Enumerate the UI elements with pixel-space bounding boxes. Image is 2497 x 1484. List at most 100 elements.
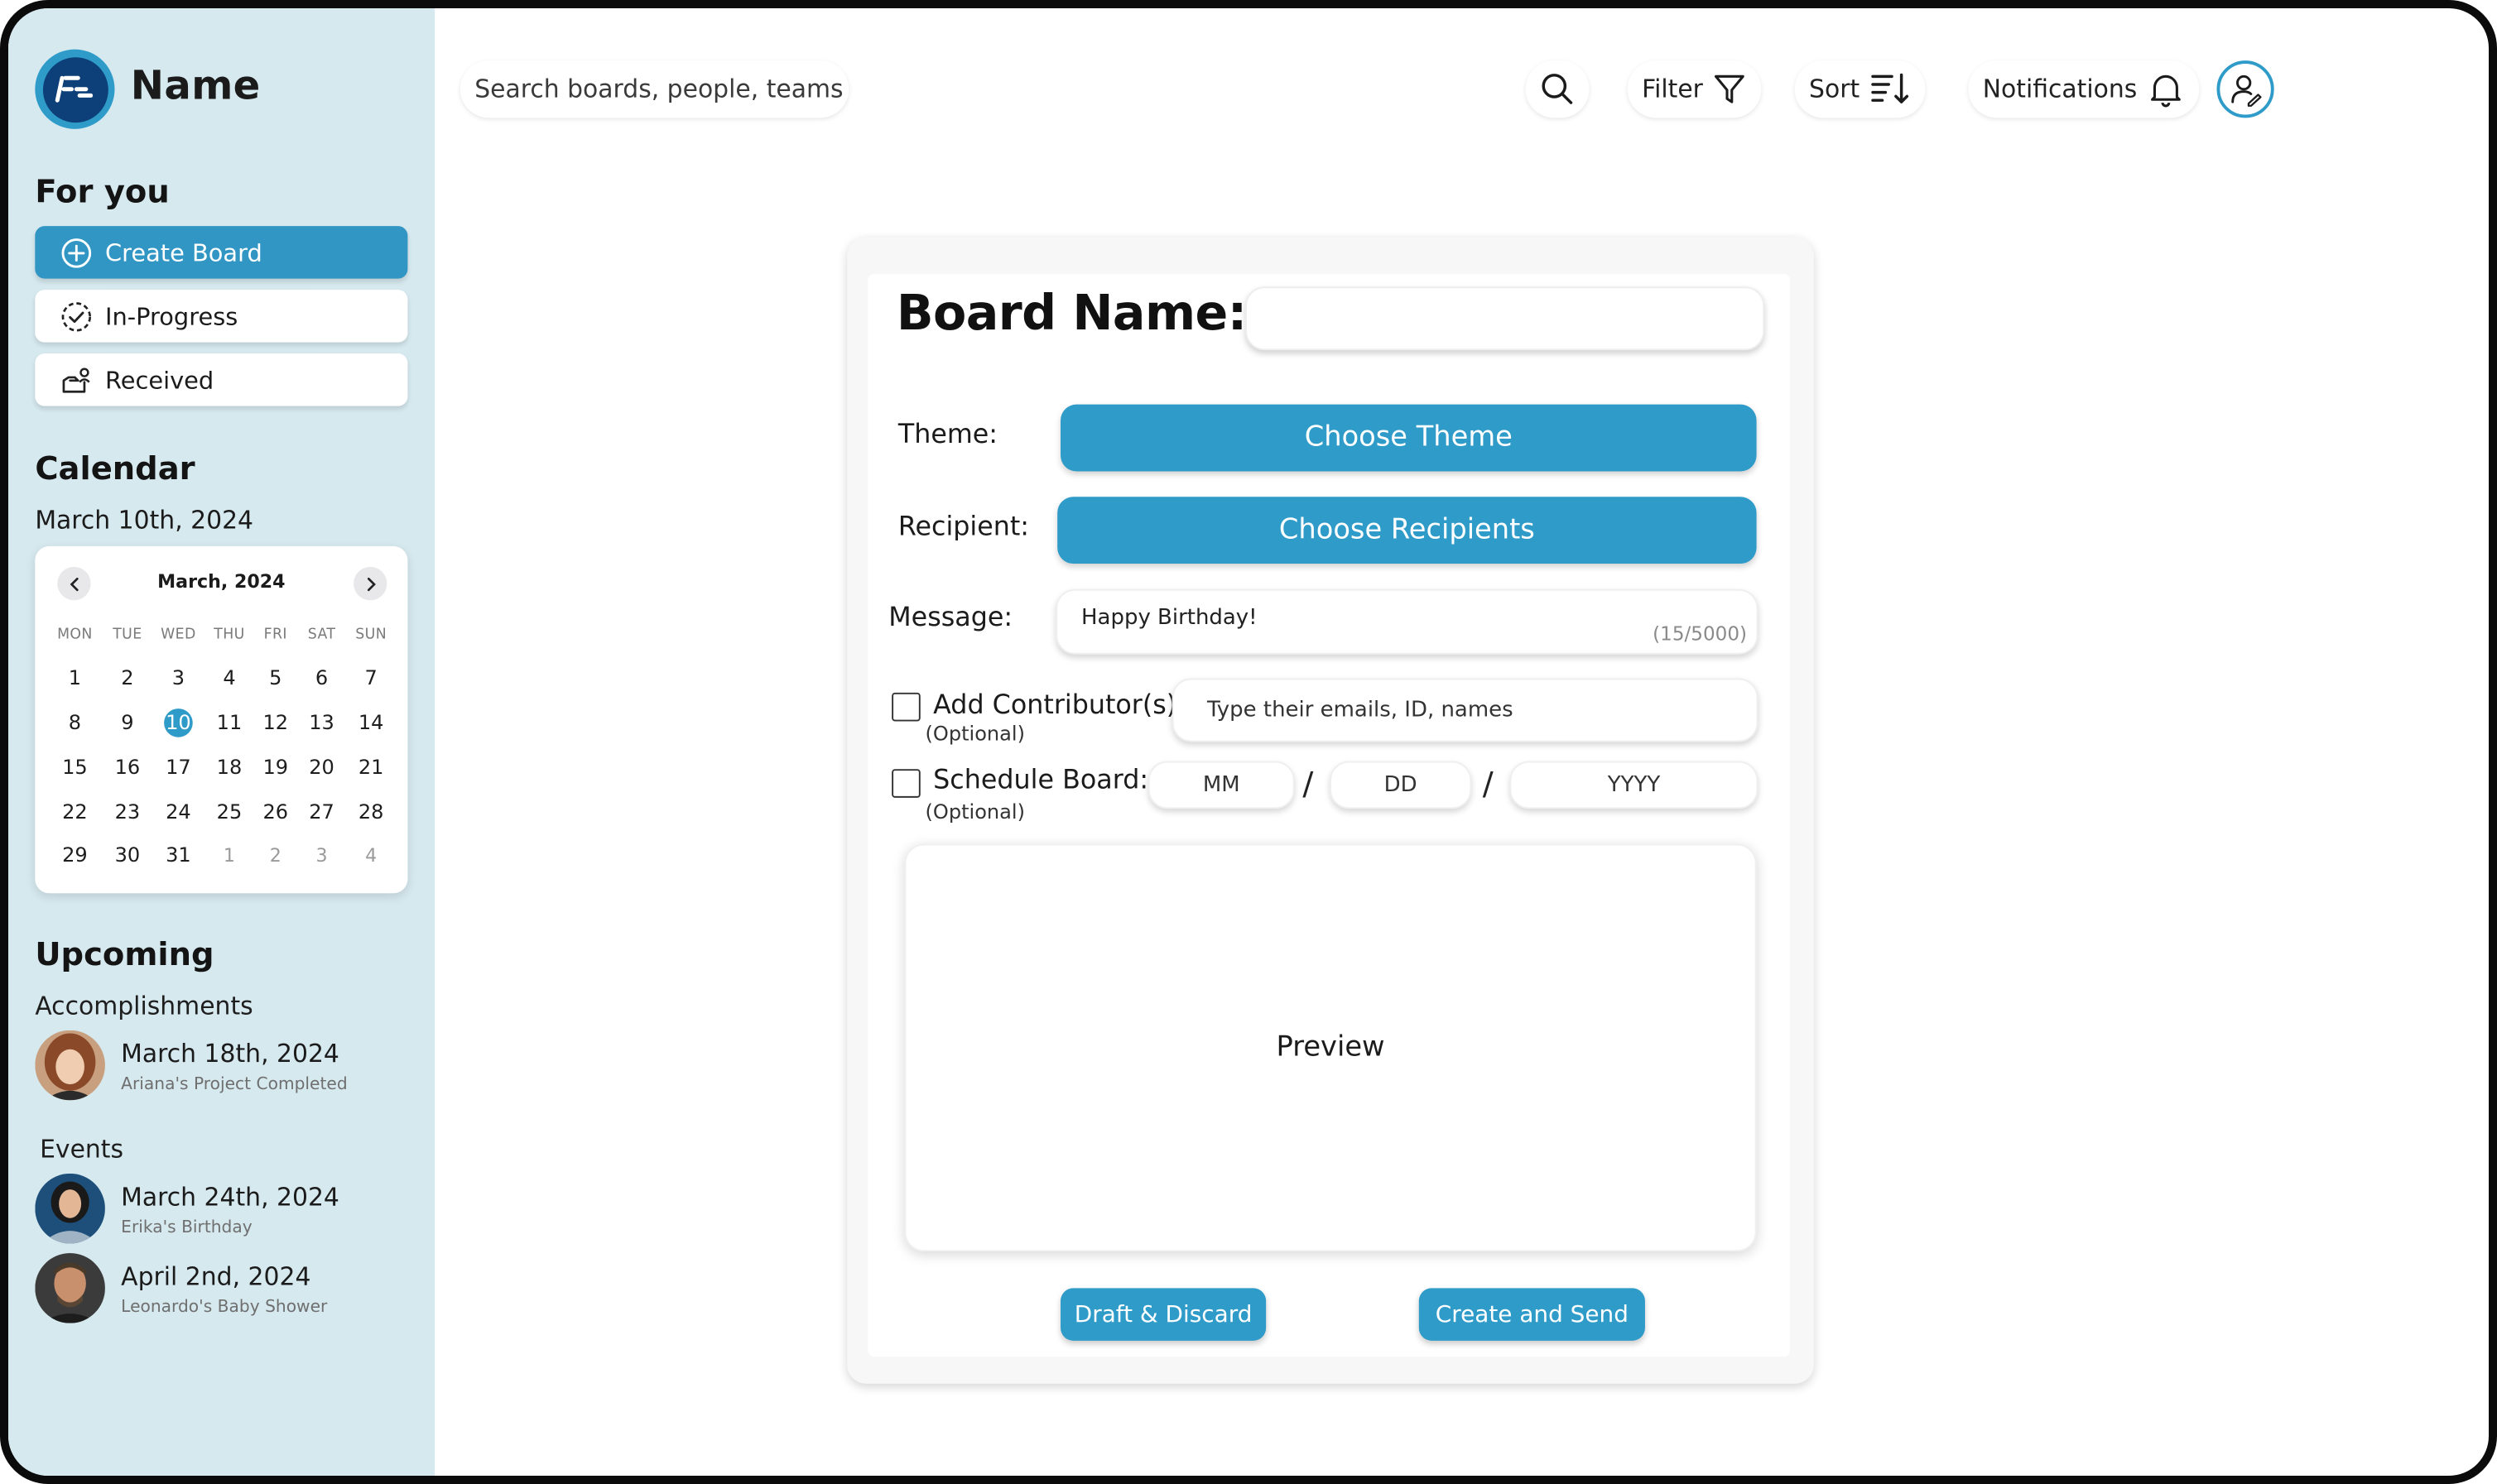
- calendar-day[interactable]: 23: [105, 796, 150, 828]
- calendar-day[interactable]: 25: [207, 796, 252, 828]
- calendar-day[interactable]: 3: [156, 662, 201, 694]
- schedule-board-label: Schedule Board:: [933, 764, 1149, 795]
- calendar-day[interactable]: 28: [349, 796, 393, 828]
- calendar-day[interactable]: 15: [52, 752, 97, 783]
- filter-button[interactable]: Filter: [1627, 60, 1763, 118]
- preview-label: Preview: [1276, 1031, 1385, 1064]
- calendar-day[interactable]: 31: [156, 839, 201, 871]
- create-board-label: Create Board: [104, 238, 262, 267]
- avatar[interactable]: [35, 1173, 105, 1244]
- logo-mark-icon: [55, 75, 94, 103]
- calendar-day[interactable]: 7: [349, 662, 393, 694]
- upcoming-heading: Upcoming: [35, 934, 214, 973]
- calendar-day[interactable]: 18: [207, 752, 252, 783]
- calendar-day[interactable]: 1: [52, 662, 97, 694]
- progress-check-icon: [61, 301, 92, 331]
- calendar-day[interactable]: 13: [300, 707, 344, 738]
- profile-button[interactable]: [2216, 60, 2274, 118]
- event-date: March 24th, 2024: [121, 1183, 339, 1213]
- avatar[interactable]: [35, 1253, 105, 1323]
- filter-label: Filter: [1642, 74, 1703, 104]
- day-input[interactable]: DD: [1330, 761, 1472, 809]
- calendar-day[interactable]: 9: [105, 707, 150, 738]
- plus-circle-icon: [61, 238, 92, 267]
- calendar-day[interactable]: 29: [52, 839, 97, 871]
- event-date: April 2nd, 2024: [121, 1262, 311, 1292]
- calendar-day[interactable]: 4: [207, 662, 252, 694]
- calendar-day[interactable]: 21: [349, 752, 393, 783]
- in-progress-button[interactable]: In-Progress: [35, 290, 408, 343]
- calendar-weekday-header: TUE: [113, 627, 142, 644]
- board-name-label: Board Name:: [896, 286, 1247, 343]
- calendar-day[interactable]: 20: [300, 752, 344, 783]
- create-send-button[interactable]: Create and Send: [1418, 1288, 1645, 1341]
- calendar-day[interactable]: 27: [300, 796, 344, 828]
- notifications-button[interactable]: Notifications: [1968, 60, 2200, 118]
- date-separator: /: [1302, 764, 1314, 803]
- calendar-day[interactable]: 16: [105, 752, 150, 783]
- app-logo[interactable]: [35, 49, 115, 129]
- search-input[interactable]: Search boards, people, teams: [459, 60, 849, 118]
- calendar-weekday-header: SAT: [307, 627, 336, 644]
- schedule-optional-label: (Optional): [925, 799, 1025, 824]
- recipient-label: Recipient:: [897, 511, 1030, 542]
- sort-label: Sort: [1809, 74, 1860, 104]
- calendar-day-selected[interactable]: 10: [156, 707, 201, 738]
- contributors-input[interactable]: Type their emails, ID, names: [1172, 678, 1758, 742]
- calendar-day[interactable]: 24: [156, 796, 201, 828]
- calendar-day[interactable]: 6: [300, 662, 344, 694]
- calendar-weekday-header: WED: [161, 627, 196, 644]
- calendar-day[interactable]: 12: [253, 707, 298, 738]
- calendar-day[interactable]: 5: [253, 662, 298, 694]
- calendar-day[interactable]: 14: [349, 707, 393, 738]
- calendar-day[interactable]: 2: [105, 662, 150, 694]
- draft-discard-button[interactable]: Draft & Discard: [1061, 1288, 1267, 1341]
- event-description: Erika's Birthday: [121, 1217, 253, 1237]
- sort-button[interactable]: Sort: [1794, 60, 1926, 118]
- bell-icon: [2151, 74, 2181, 108]
- date-separator: /: [1482, 764, 1494, 803]
- board-name-input[interactable]: [1245, 286, 1765, 351]
- create-board-button[interactable]: Create Board: [35, 226, 408, 279]
- month-input[interactable]: MM: [1147, 761, 1295, 809]
- accomplishment-description: Ariana's Project Completed: [121, 1074, 348, 1094]
- calendar-month-label: March, 2024: [157, 569, 286, 593]
- message-textarea[interactable]: Happy Birthday! (15/5000): [1056, 588, 1758, 655]
- calendar-day[interactable]: 17: [156, 752, 201, 783]
- calendar-day[interactable]: 1: [207, 839, 252, 871]
- calendar-day[interactable]: 30: [105, 839, 150, 871]
- for-you-heading: For you: [35, 171, 170, 210]
- choose-recipients-button[interactable]: Choose Recipients: [1057, 497, 1757, 564]
- theme-label: Theme:: [897, 418, 998, 449]
- calendar-day[interactable]: 26: [253, 796, 298, 828]
- filter-icon: [1715, 74, 1745, 103]
- search-button[interactable]: [1525, 60, 1590, 118]
- contributors-placeholder: Type their emails, ID, names: [1206, 697, 1513, 723]
- message-label: Message:: [888, 602, 1013, 632]
- calendar-day[interactable]: 3: [300, 839, 344, 871]
- calendar-day[interactable]: 4: [349, 839, 393, 871]
- calendar-widget: March, 2024 MON TUE WED THU FRI SAT SUN 1 2 3 4 5 6 7…: [35, 545, 408, 894]
- year-input[interactable]: YYYY: [1509, 761, 1758, 809]
- current-date: March 10th, 2024: [35, 506, 254, 535]
- app-name: Name: [130, 62, 261, 108]
- received-button[interactable]: Received: [35, 353, 408, 406]
- accomplishments-heading: Accomplishments: [35, 992, 253, 1021]
- board-preview: Preview: [904, 843, 1757, 1252]
- next-month-button[interactable]: [354, 566, 387, 601]
- calendar-day[interactable]: 11: [207, 707, 252, 738]
- calendar-day[interactable]: 22: [52, 796, 97, 828]
- schedule-board-checkbox[interactable]: [892, 769, 921, 798]
- in-progress-label: In-Progress: [104, 301, 238, 331]
- avatar[interactable]: [35, 1030, 105, 1101]
- add-contributors-checkbox[interactable]: [892, 692, 921, 722]
- calendar-heading: Calendar: [35, 449, 195, 487]
- calendar-weekday-header: MON: [57, 627, 93, 644]
- calendar-day[interactable]: 8: [52, 707, 97, 738]
- calendar-weekday-header: SUN: [355, 627, 387, 644]
- search-icon: [1542, 74, 1573, 104]
- calendar-day[interactable]: 2: [253, 839, 298, 871]
- chevron-right-icon: [366, 576, 375, 591]
- calendar-day[interactable]: 19: [253, 752, 298, 783]
- choose-theme-button[interactable]: Choose Theme: [1061, 404, 1757, 472]
